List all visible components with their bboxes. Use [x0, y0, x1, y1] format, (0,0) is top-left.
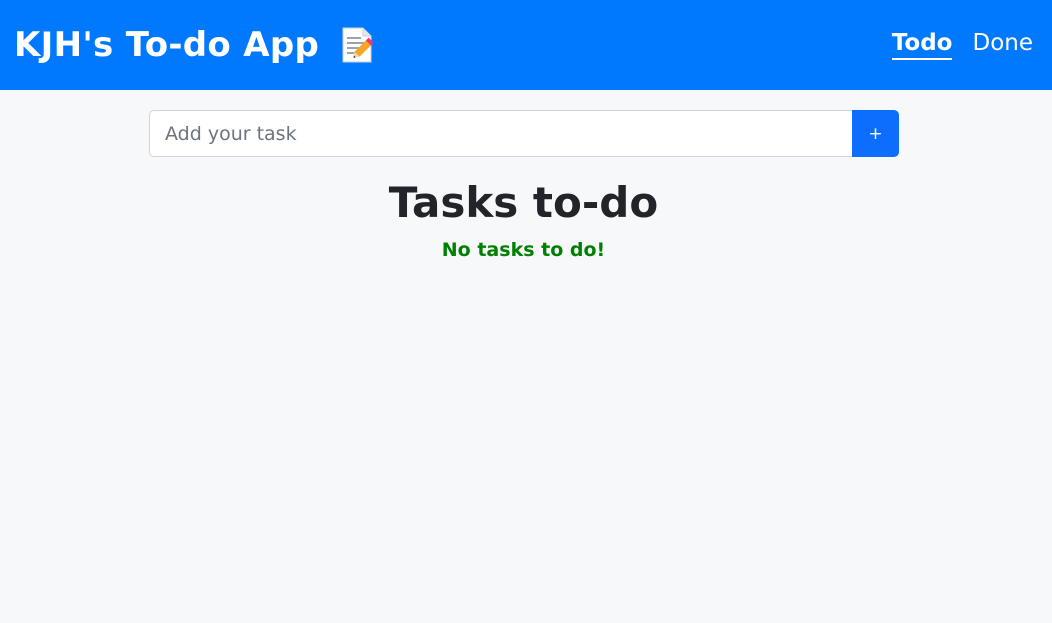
add-task-form: +: [149, 110, 899, 157]
add-task-button[interactable]: +: [852, 110, 899, 157]
brand: KJH's To-do App: [14, 25, 375, 65]
page-title: Tasks to-do: [388, 178, 659, 227]
main-nav: Todo Done: [891, 30, 1033, 60]
memo-icon: [341, 27, 375, 63]
task-input[interactable]: [149, 110, 852, 157]
empty-tasks-message: No tasks to do!: [441, 239, 606, 261]
nav-todo-link[interactable]: Todo: [891, 30, 953, 60]
app-title: KJH's To-do App: [14, 25, 320, 65]
nav-done-link[interactable]: Done: [972, 30, 1033, 60]
app-header: KJH's To-do App Todo Done: [0, 0, 1052, 90]
